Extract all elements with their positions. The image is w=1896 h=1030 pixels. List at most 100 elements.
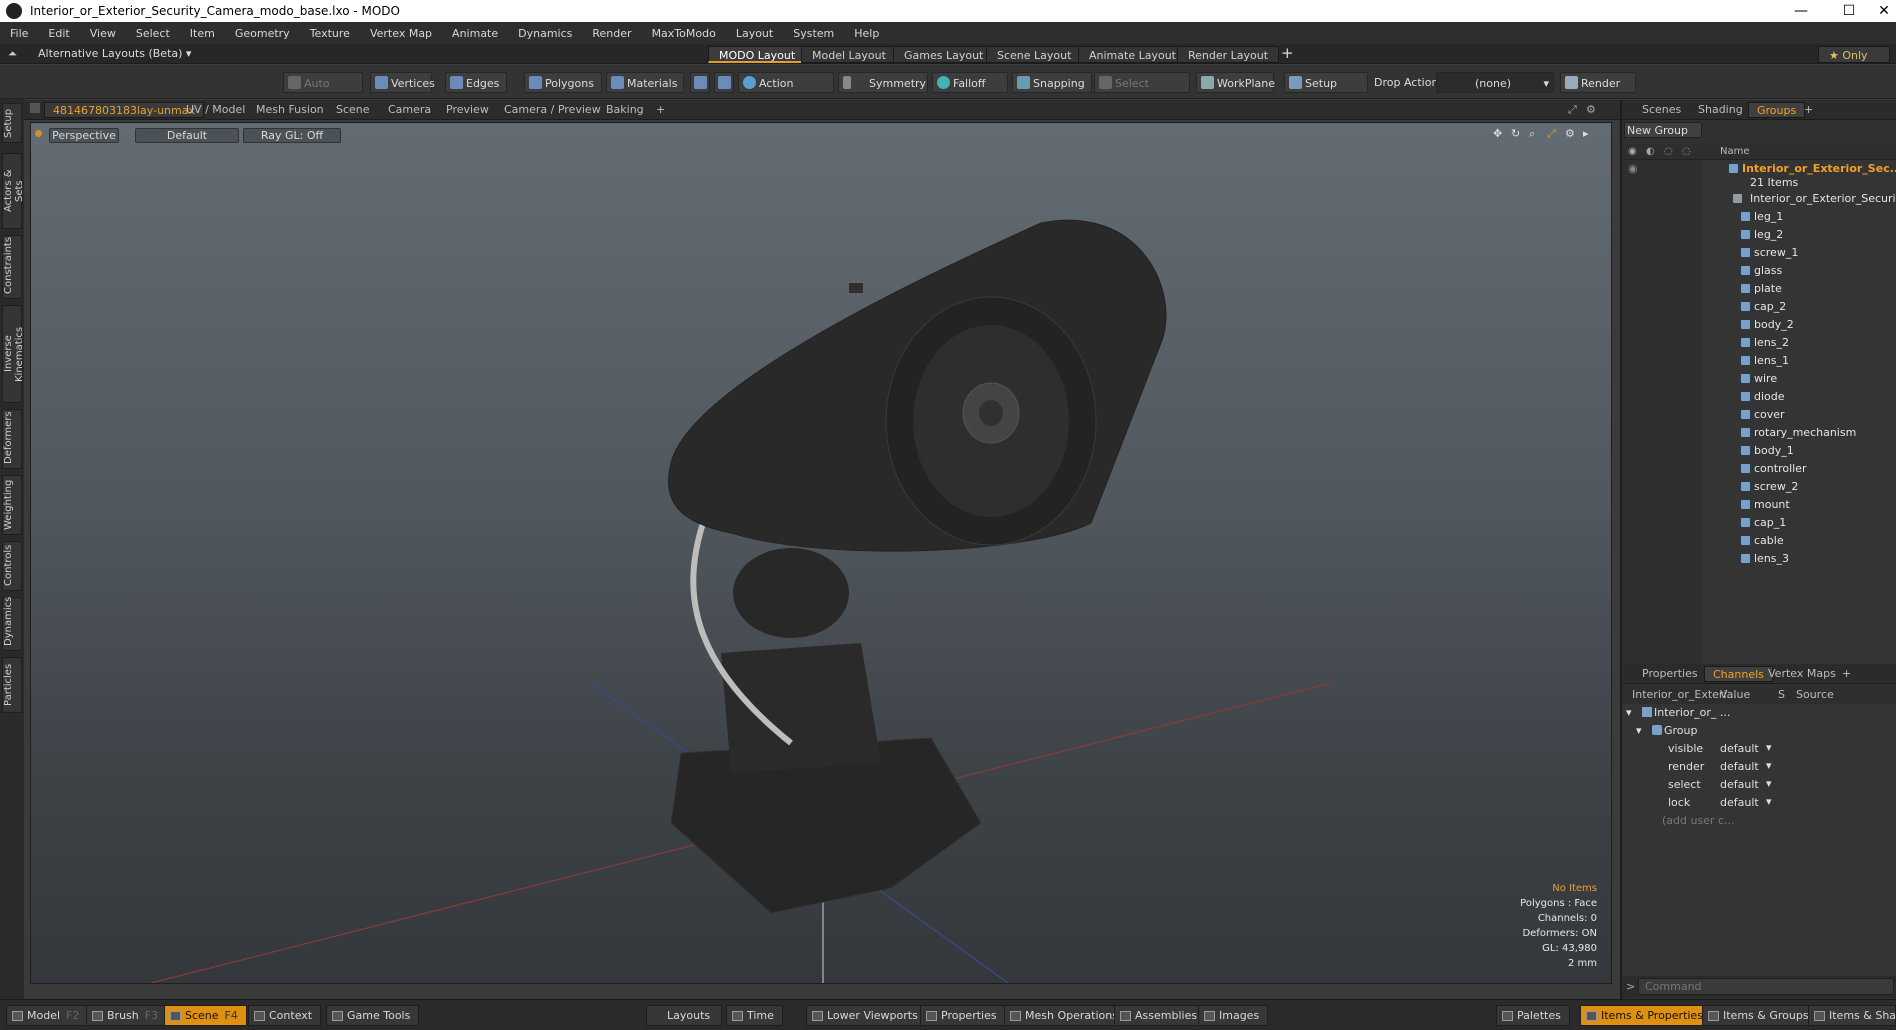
time-button[interactable]: Time — [726, 1005, 783, 1026]
tab-model-layout[interactable]: Model Layout — [801, 46, 897, 63]
ray-gl-button[interactable]: Ray GL: Off — [243, 128, 341, 143]
tab-games-layout[interactable]: Games Layout — [893, 46, 995, 63]
tab-scene-layout[interactable]: Scene Layout — [986, 46, 1083, 63]
channel-value[interactable]: default — [1720, 796, 1759, 809]
channel-row[interactable]: render default ▾ — [1622, 758, 1896, 776]
menu-view[interactable]: View — [80, 27, 126, 40]
group-item-row[interactable]: lens_3 — [1622, 550, 1896, 568]
snapping-button[interactable]: Snapping — [1012, 72, 1092, 93]
menu-vertex-map[interactable]: Vertex Map — [360, 27, 442, 40]
chevron-down-icon[interactable]: ▾ — [1766, 759, 1772, 772]
group-item-row[interactable]: leg_2 — [1622, 226, 1896, 244]
tab-dynamics[interactable]: Dynamics — [2, 597, 22, 651]
scene-mode-button[interactable]: Scene F4 — [164, 1005, 247, 1026]
tab-mesh-fusion[interactable]: Mesh Fusion — [248, 102, 332, 118]
viewport-gear-icon[interactable]: ⚙ — [1565, 127, 1575, 140]
brush-mode-button[interactable]: Brush F3 — [86, 1005, 168, 1026]
action-center-button[interactable]: Action Center — [738, 72, 834, 111]
group-item-row[interactable]: cable — [1622, 532, 1896, 550]
tab-uv-model[interactable]: UV / Model — [178, 102, 253, 118]
tab-particles[interactable]: Particles — [2, 657, 22, 713]
tab-scene[interactable]: Scene — [328, 102, 378, 118]
palettes-button[interactable]: Palettes — [1496, 1005, 1570, 1026]
group-item-row[interactable]: screw_1 — [1622, 244, 1896, 262]
viewport-more-icon[interactable]: ▸ — [1583, 127, 1589, 140]
items-properties-button[interactable]: Items & Properties — [1580, 1005, 1712, 1026]
materials-button[interactable]: Materials — [606, 72, 684, 93]
layout-switcher[interactable]: Alternative Layouts (Beta) ▾ — [38, 47, 191, 60]
menu-layout[interactable]: Layout — [726, 27, 783, 40]
gear-icon[interactable]: ⚙ — [1586, 103, 1596, 116]
tab-actors-sets[interactable]: Actors & Sets — [2, 153, 25, 229]
group-item-row[interactable]: body_1 — [1622, 442, 1896, 460]
shield-toggle-2[interactable] — [714, 72, 734, 93]
group-item-row[interactable]: cap_1 — [1622, 514, 1896, 532]
menu-texture[interactable]: Texture — [300, 27, 360, 40]
channel-value[interactable]: default — [1720, 742, 1759, 755]
tab-animate-layout[interactable]: Animate Layout — [1078, 46, 1187, 63]
close-button[interactable]: ✕ — [1872, 0, 1896, 22]
chevron-down-icon[interactable]: ▾ — [1766, 777, 1772, 790]
tab-setup[interactable]: Setup — [2, 103, 22, 143]
tab-deformers[interactable]: Deformers — [2, 409, 22, 469]
menu-geometry[interactable]: Geometry — [225, 27, 300, 40]
move-view-icon[interactable]: ✥ — [1493, 127, 1502, 140]
setup-mode-button[interactable]: Setup Mode — [1284, 72, 1368, 111]
chevron-down-icon[interactable]: ▾ — [1766, 795, 1772, 808]
channel-group-row[interactable]: ▾ Group — [1622, 722, 1896, 740]
polygons-button[interactable]: Polygons — [524, 72, 602, 93]
menu-edit[interactable]: Edit — [38, 27, 79, 40]
expand-triangle-icon[interactable]: ▾ — [1626, 706, 1632, 719]
expand-triangle-icon[interactable]: ▾ — [1636, 724, 1642, 737]
tab-modo-layout[interactable]: MODO Layout — [708, 46, 807, 63]
tab-scenes[interactable]: Scenes — [1634, 102, 1689, 118]
menu-render[interactable]: Render — [582, 27, 641, 40]
channel-row[interactable]: select default ▾ — [1622, 776, 1896, 794]
mesh-operations-button[interactable]: Mesh Operations — [1004, 1005, 1127, 1026]
workplane-button[interactable]: WorkPlane — [1196, 72, 1275, 93]
images-button[interactable]: Images — [1198, 1005, 1269, 1026]
new-group-button[interactable]: New Group — [1624, 122, 1702, 138]
assemblies-button[interactable]: Assemblies — [1114, 1005, 1207, 1026]
falloff-button[interactable]: Falloff — [932, 72, 1008, 93]
channel-row[interactable]: lock default ▾ — [1622, 794, 1896, 812]
tab-preview[interactable]: Preview — [438, 102, 497, 118]
drop-action-select[interactable]: (none) ▾ — [1436, 72, 1554, 93]
add-viewport-tab-button[interactable]: + — [648, 102, 673, 118]
zoom-view-icon[interactable]: ⌕ — [1529, 127, 1535, 141]
group-item-row[interactable]: cap_2 — [1622, 298, 1896, 316]
menu-item[interactable]: Item — [180, 27, 225, 40]
tab-controls[interactable]: Controls — [2, 541, 22, 591]
group-item-row[interactable]: cover — [1622, 406, 1896, 424]
add-user-channel[interactable]: (add user c... — [1622, 812, 1896, 830]
symmetry-button[interactable]: Symmetry — [838, 72, 928, 93]
group-item-row[interactable]: controller — [1622, 460, 1896, 478]
layouts-button[interactable]: Layouts — [646, 1005, 722, 1026]
tab-camera-preview[interactable]: Camera / Preview — [496, 102, 609, 118]
menu-maxtomodo[interactable]: MaxToModo — [642, 27, 726, 40]
maximize-button[interactable]: ☐ — [1826, 0, 1872, 22]
tab-weighting[interactable]: Weighting — [2, 475, 22, 535]
group-item-row[interactable]: screw_2 — [1622, 478, 1896, 496]
tab-properties[interactable]: Properties — [1634, 666, 1706, 682]
items-shading-button[interactable]: Items & Shadi — [1808, 1005, 1896, 1026]
shield-toggle-1[interactable] — [690, 72, 710, 93]
group-item-row[interactable]: leg_1 — [1622, 208, 1896, 226]
channel-root-row[interactable]: ▾ Interior_or_ ... — [1622, 704, 1896, 722]
channel-value[interactable]: default — [1720, 760, 1759, 773]
fit-view-icon[interactable]: ⤢ — [1547, 127, 1556, 141]
collapse-icon[interactable]: ⏶ — [8, 47, 17, 61]
group-item-row[interactable]: wire — [1622, 370, 1896, 388]
select-col-icon[interactable]: ◌ — [1682, 146, 1691, 157]
render-col-icon[interactable]: ◐ — [1646, 146, 1655, 157]
tab-baking[interactable]: Baking — [598, 102, 652, 118]
items-groups-button[interactable]: Items & Groups — [1702, 1005, 1818, 1026]
lower-viewports-button[interactable]: Lower Viewports — [806, 1005, 927, 1026]
render-button[interactable]: Render F9 — [1560, 72, 1636, 111]
rotate-view-icon[interactable]: ↻ — [1511, 127, 1520, 140]
view-type-button[interactable]: Perspective — [49, 128, 119, 143]
game-tools-button[interactable]: Game Tools — [326, 1005, 420, 1026]
add-properties-tab-button[interactable]: + — [1834, 666, 1859, 682]
tab-inverse-kinematics[interactable]: Inverse Kinematics — [2, 305, 25, 403]
tab-vertex-maps[interactable]: Vertex Maps — [1760, 666, 1844, 682]
